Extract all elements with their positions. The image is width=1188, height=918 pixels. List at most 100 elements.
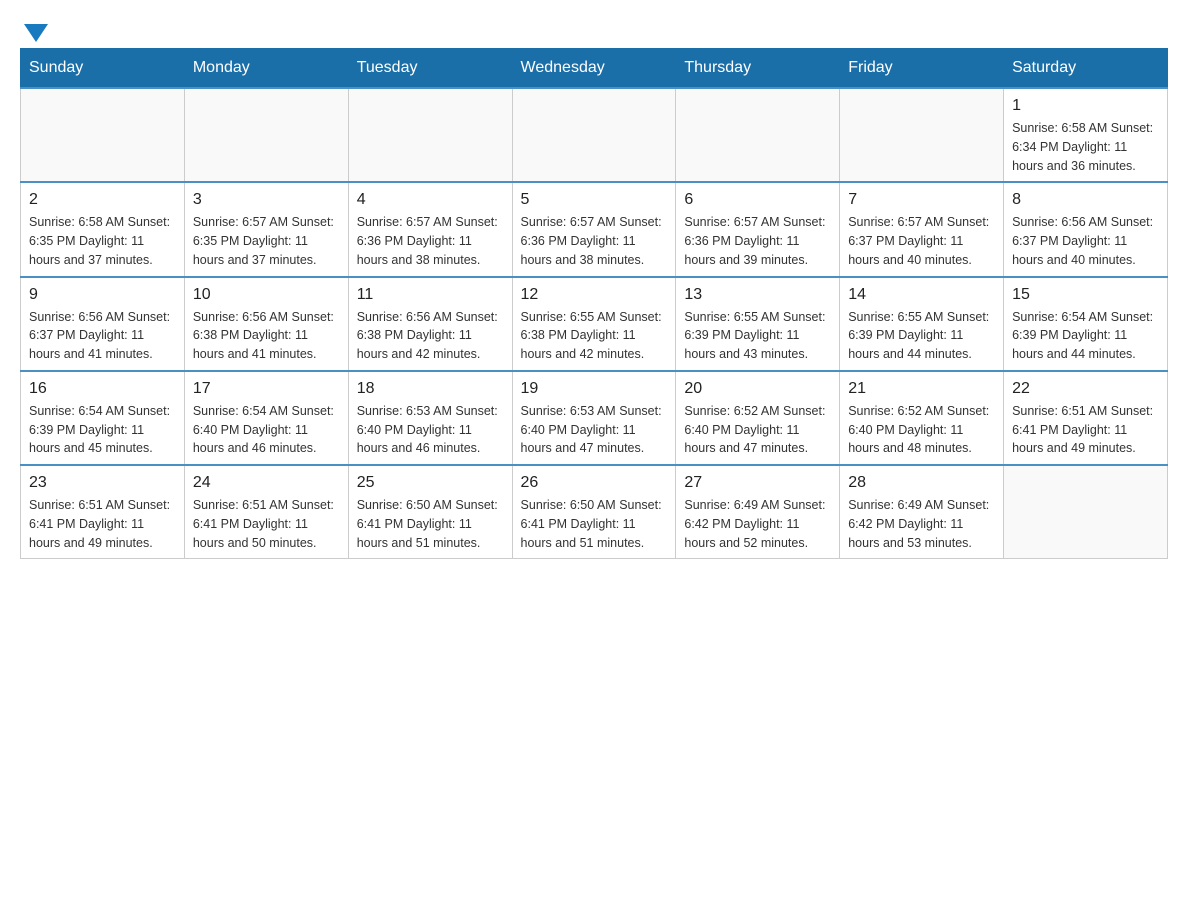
day-number: 19 — [521, 380, 668, 398]
day-cell: 16 Sunrise: 6:54 AM Sunset: 6:39 PM Dayli… — [21, 371, 185, 465]
week-row-1: 1 Sunrise: 6:58 AM Sunset: 6:34 PM Daylig… — [21, 88, 1168, 182]
weekday-header-monday: Monday — [184, 49, 348, 89]
day-info: Sunrise: 6:53 AM Sunset: 6:40 PM Dayligh… — [357, 402, 504, 458]
day-info: Sunrise: 6:55 AM Sunset: 6:39 PM Dayligh… — [684, 308, 831, 364]
day-number: 3 — [193, 191, 340, 209]
day-cell: 4 Sunrise: 6:57 AM Sunset: 6:36 PM Daylig… — [348, 182, 512, 276]
day-cell: 20 Sunrise: 6:52 AM Sunset: 6:40 PM Dayli… — [676, 371, 840, 465]
day-info: Sunrise: 6:51 AM Sunset: 6:41 PM Dayligh… — [193, 496, 340, 552]
day-number: 2 — [29, 191, 176, 209]
day-cell — [676, 88, 840, 182]
day-number: 13 — [684, 286, 831, 304]
day-number: 17 — [193, 380, 340, 398]
day-cell: 24 Sunrise: 6:51 AM Sunset: 6:41 PM Dayli… — [184, 465, 348, 559]
day-cell: 18 Sunrise: 6:53 AM Sunset: 6:40 PM Dayli… — [348, 371, 512, 465]
day-number: 7 — [848, 191, 995, 209]
logo — [20, 20, 48, 38]
week-row-5: 23 Sunrise: 6:51 AM Sunset: 6:41 PM Dayli… — [21, 465, 1168, 559]
day-number: 20 — [684, 380, 831, 398]
day-info: Sunrise: 6:51 AM Sunset: 6:41 PM Dayligh… — [1012, 402, 1159, 458]
day-cell: 8 Sunrise: 6:56 AM Sunset: 6:37 PM Daylig… — [1004, 182, 1168, 276]
day-info: Sunrise: 6:54 AM Sunset: 6:39 PM Dayligh… — [1012, 308, 1159, 364]
weekday-header-sunday: Sunday — [21, 49, 185, 89]
day-info: Sunrise: 6:52 AM Sunset: 6:40 PM Dayligh… — [848, 402, 995, 458]
day-cell: 1 Sunrise: 6:58 AM Sunset: 6:34 PM Daylig… — [1004, 88, 1168, 182]
day-info: Sunrise: 6:50 AM Sunset: 6:41 PM Dayligh… — [357, 496, 504, 552]
day-info: Sunrise: 6:50 AM Sunset: 6:41 PM Dayligh… — [521, 496, 668, 552]
day-info: Sunrise: 6:57 AM Sunset: 6:37 PM Dayligh… — [848, 213, 995, 269]
day-number: 9 — [29, 286, 176, 304]
day-info: Sunrise: 6:57 AM Sunset: 6:36 PM Dayligh… — [357, 213, 504, 269]
week-row-3: 9 Sunrise: 6:56 AM Sunset: 6:37 PM Daylig… — [21, 277, 1168, 371]
day-cell: 15Sunrise: 6:54 AM Sunset: 6:39 PM Dayli… — [1004, 277, 1168, 371]
day-cell: 22 Sunrise: 6:51 AM Sunset: 6:41 PM Dayli… — [1004, 371, 1168, 465]
weekday-header-thursday: Thursday — [676, 49, 840, 89]
day-cell: 17Sunrise: 6:54 AM Sunset: 6:40 PM Dayli… — [184, 371, 348, 465]
day-cell — [21, 88, 185, 182]
day-number: 10 — [193, 286, 340, 304]
day-cell: 26 Sunrise: 6:50 AM Sunset: 6:41 PM Dayli… — [512, 465, 676, 559]
day-cell — [184, 88, 348, 182]
day-cell: 9 Sunrise: 6:56 AM Sunset: 6:37 PM Daylig… — [21, 277, 185, 371]
weekday-header-tuesday: Tuesday — [348, 49, 512, 89]
day-cell: 28 Sunrise: 6:49 AM Sunset: 6:42 PM Dayli… — [840, 465, 1004, 559]
day-info: Sunrise: 6:52 AM Sunset: 6:40 PM Dayligh… — [684, 402, 831, 458]
day-info: Sunrise: 6:56 AM Sunset: 6:37 PM Dayligh… — [1012, 213, 1159, 269]
weekday-header-saturday: Saturday — [1004, 49, 1168, 89]
weekday-header-row: SundayMondayTuesdayWednesdayThursdayFrid… — [21, 49, 1168, 89]
day-cell — [840, 88, 1004, 182]
day-number: 14 — [848, 286, 995, 304]
day-cell: 23 Sunrise: 6:51 AM Sunset: 6:41 PM Dayli… — [21, 465, 185, 559]
day-number: 5 — [521, 191, 668, 209]
day-number: 27 — [684, 474, 831, 492]
day-info: Sunrise: 6:55 AM Sunset: 6:38 PM Dayligh… — [521, 308, 668, 364]
weekday-header-friday: Friday — [840, 49, 1004, 89]
day-number: 6 — [684, 191, 831, 209]
day-info: Sunrise: 6:58 AM Sunset: 6:34 PM Dayligh… — [1012, 119, 1159, 175]
week-row-4: 16 Sunrise: 6:54 AM Sunset: 6:39 PM Dayli… — [21, 371, 1168, 465]
week-row-2: 2 Sunrise: 6:58 AM Sunset: 6:35 PM Daylig… — [21, 182, 1168, 276]
day-number: 1 — [1012, 97, 1159, 115]
day-cell: 2 Sunrise: 6:58 AM Sunset: 6:35 PM Daylig… — [21, 182, 185, 276]
day-cell — [348, 88, 512, 182]
day-number: 21 — [848, 380, 995, 398]
day-number: 18 — [357, 380, 504, 398]
day-number: 23 — [29, 474, 176, 492]
day-info: Sunrise: 6:55 AM Sunset: 6:39 PM Dayligh… — [848, 308, 995, 364]
day-cell: 19 Sunrise: 6:53 AM Sunset: 6:40 PM Dayli… — [512, 371, 676, 465]
day-info: Sunrise: 6:54 AM Sunset: 6:39 PM Dayligh… — [29, 402, 176, 458]
day-number: 28 — [848, 474, 995, 492]
day-cell — [512, 88, 676, 182]
day-cell: 5 Sunrise: 6:57 AM Sunset: 6:36 PM Daylig… — [512, 182, 676, 276]
day-number: 16 — [29, 380, 176, 398]
day-number: 24 — [193, 474, 340, 492]
page-header — [20, 20, 1168, 38]
day-cell: 3 Sunrise: 6:57 AM Sunset: 6:35 PM Daylig… — [184, 182, 348, 276]
day-cell: 7 Sunrise: 6:57 AM Sunset: 6:37 PM Daylig… — [840, 182, 1004, 276]
day-number: 12 — [521, 286, 668, 304]
day-info: Sunrise: 6:56 AM Sunset: 6:38 PM Dayligh… — [357, 308, 504, 364]
day-info: Sunrise: 6:56 AM Sunset: 6:37 PM Dayligh… — [29, 308, 176, 364]
day-cell: 14 Sunrise: 6:55 AM Sunset: 6:39 PM Dayli… — [840, 277, 1004, 371]
day-cell: 11 Sunrise: 6:56 AM Sunset: 6:38 PM Dayli… — [348, 277, 512, 371]
day-info: Sunrise: 6:57 AM Sunset: 6:35 PM Dayligh… — [193, 213, 340, 269]
day-info: Sunrise: 6:51 AM Sunset: 6:41 PM Dayligh… — [29, 496, 176, 552]
day-number: 25 — [357, 474, 504, 492]
day-number: 26 — [521, 474, 668, 492]
day-info: Sunrise: 6:53 AM Sunset: 6:40 PM Dayligh… — [521, 402, 668, 458]
day-number: 4 — [357, 191, 504, 209]
day-cell: 6Sunrise: 6:57 AM Sunset: 6:36 PM Daylig… — [676, 182, 840, 276]
day-cell: 13 Sunrise: 6:55 AM Sunset: 6:39 PM Dayli… — [676, 277, 840, 371]
day-info: Sunrise: 6:57 AM Sunset: 6:36 PM Dayligh… — [521, 213, 668, 269]
day-info: Sunrise: 6:58 AM Sunset: 6:35 PM Dayligh… — [29, 213, 176, 269]
day-cell: 21 Sunrise: 6:52 AM Sunset: 6:40 PM Dayli… — [840, 371, 1004, 465]
day-info: Sunrise: 6:49 AM Sunset: 6:42 PM Dayligh… — [848, 496, 995, 552]
day-number: 11 — [357, 286, 504, 304]
day-info: Sunrise: 6:49 AM Sunset: 6:42 PM Dayligh… — [684, 496, 831, 552]
day-cell: 10 Sunrise: 6:56 AM Sunset: 6:38 PM Dayli… — [184, 277, 348, 371]
day-cell: 12 Sunrise: 6:55 AM Sunset: 6:38 PM Dayli… — [512, 277, 676, 371]
calendar-table: SundayMondayTuesdayWednesdayThursdayFrid… — [20, 48, 1168, 559]
day-number: 22 — [1012, 380, 1159, 398]
day-number: 8 — [1012, 191, 1159, 209]
day-info: Sunrise: 6:56 AM Sunset: 6:38 PM Dayligh… — [193, 308, 340, 364]
